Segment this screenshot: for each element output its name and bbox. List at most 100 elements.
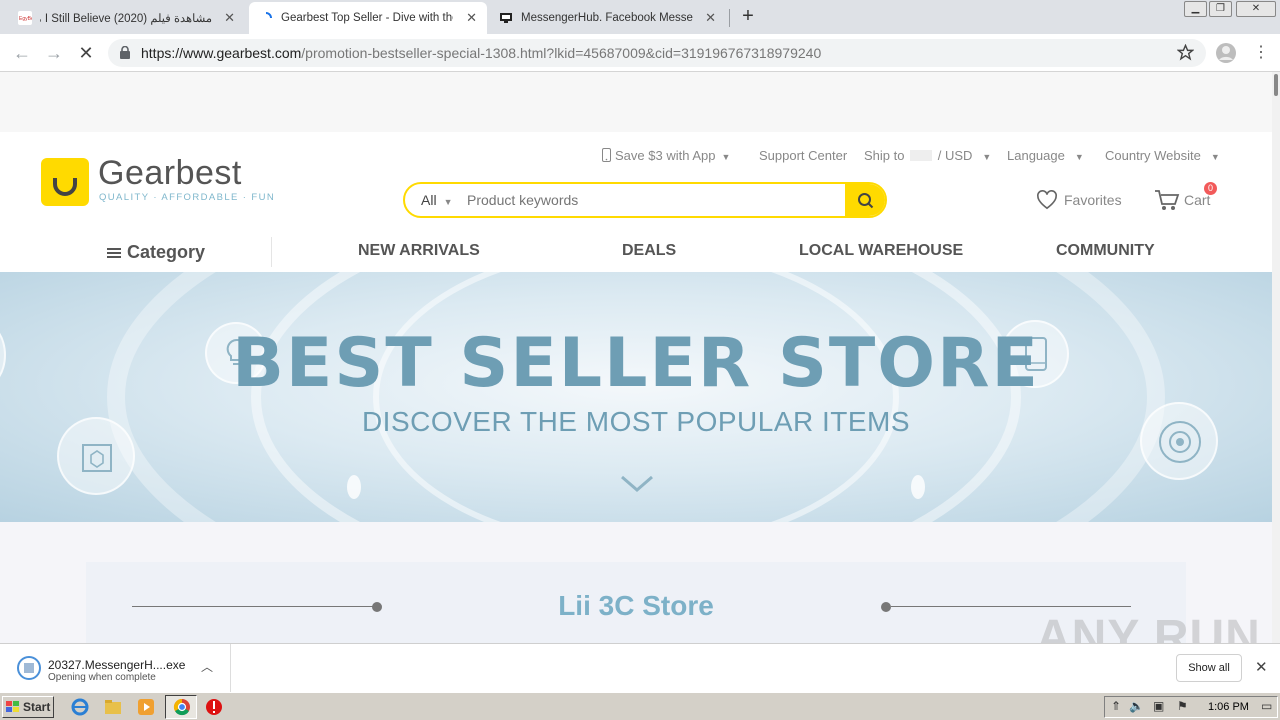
tab-messengerhub[interactable]: MessengerHub. Facebook Messenge ✕ xyxy=(489,2,726,34)
nav-community[interactable]: COMMUNITY xyxy=(1056,242,1155,260)
address-bar[interactable]: https://www.gearbest.com/promotion-bests… xyxy=(108,39,1206,67)
phone-icon xyxy=(602,148,611,162)
action-center-flag-icon[interactable]: ⚑ xyxy=(1177,699,1188,713)
store-panel: Lii 3C Store xyxy=(86,562,1186,643)
site-favicon-icon: EgyBest xyxy=(18,11,32,25)
start-button[interactable]: Start xyxy=(2,696,54,718)
search-icon xyxy=(858,193,874,209)
logo-tagline: QUALITY · AFFORDABLE · FUN xyxy=(99,192,276,203)
svg-text:EgyBest: EgyBest xyxy=(19,16,32,22)
file-explorer-icon[interactable] xyxy=(103,697,123,717)
gearbest-logo[interactable]: Gearbest QUALITY · AFFORDABLE · FUN xyxy=(41,154,301,210)
ship-to-label: Ship to xyxy=(864,148,905,163)
network-icon[interactable]: ▣ xyxy=(1153,699,1164,713)
cart-count-badge: 0 xyxy=(1204,182,1217,195)
country-website-label: Country Website xyxy=(1105,148,1201,163)
close-window-button[interactable]: ✕ xyxy=(1236,1,1276,17)
language-label: Language xyxy=(1007,148,1065,163)
logo-mark-icon xyxy=(41,158,89,206)
language-selector[interactable]: Language ▼ xyxy=(1007,148,1084,163)
lock-icon xyxy=(120,46,130,59)
search-input[interactable] xyxy=(467,188,837,212)
page-scrollbar[interactable] xyxy=(1272,72,1280,643)
chevron-down-icon: ▼ xyxy=(443,197,453,207)
download-item[interactable]: 20327.MessengerH....exe Opening when com… xyxy=(0,644,231,692)
tab-close-icon[interactable]: ✕ xyxy=(224,10,235,26)
hero-banner: BEST SELLER STORE DISCOVER THE MOST POPU… xyxy=(0,272,1272,522)
chevron-down-icon: ▼ xyxy=(1210,152,1220,162)
hero-subtitle: DISCOVER THE MOST POPULAR ITEMS xyxy=(361,406,911,437)
app-promo-link[interactable]: Save $3 with App ▼ xyxy=(602,148,730,163)
back-button[interactable]: ← xyxy=(10,41,34,65)
app-promo-label: Save $3 with App xyxy=(615,148,716,163)
ship-to-selector[interactable]: Ship to / USD ▼ xyxy=(864,148,991,163)
heart-icon xyxy=(1037,190,1057,210)
nav-deals[interactable]: DEALS xyxy=(622,242,676,260)
cart-label: Cart xyxy=(1184,192,1211,208)
stop-sign-icon[interactable] xyxy=(204,697,224,717)
country-flag-icon xyxy=(910,150,933,161)
top-banner-placeholder xyxy=(0,72,1272,132)
category-menu[interactable]: Category xyxy=(107,242,205,263)
tab-separator xyxy=(729,9,730,27)
nav-divider xyxy=(271,237,272,267)
favorites-link[interactable]: Favorites xyxy=(1036,190,1122,210)
media-player-icon[interactable] xyxy=(136,697,156,717)
start-label: Start xyxy=(23,700,51,714)
title-divider-right xyxy=(891,606,1131,607)
chevron-down-icon: ▼ xyxy=(982,152,992,162)
forward-button[interactable]: → xyxy=(42,41,66,65)
logo-wordmark: Gearbest xyxy=(98,154,242,192)
tab-title: Gearbest Top Seller - Dive with the C xyxy=(281,12,453,24)
cart-link[interactable]: Cart 0 xyxy=(1154,182,1217,212)
shopping-cart-icon xyxy=(1155,190,1180,210)
volume-icon[interactable]: 🔈 xyxy=(1129,699,1144,713)
tab-close-icon[interactable]: ✕ xyxy=(466,10,477,26)
tray-arrow-icon[interactable]: ⇑ xyxy=(1111,699,1121,713)
category-label: Category xyxy=(127,242,206,262)
chrome-icon xyxy=(173,698,190,716)
internet-explorer-icon[interactable] xyxy=(70,697,90,717)
search-bar: All ▼ xyxy=(403,182,887,218)
show-desktop-icon[interactable]: ▭ xyxy=(1261,699,1272,713)
loading-spinner-icon xyxy=(265,12,272,19)
tab-close-icon[interactable]: ✕ xyxy=(705,10,716,26)
tab-gearbest[interactable]: Gearbest Top Seller - Dive with the C ✕ xyxy=(249,2,487,34)
chrome-taskbar-button[interactable] xyxy=(165,695,197,719)
file-progress-icon xyxy=(17,656,41,680)
hamburger-menu-icon xyxy=(107,247,121,258)
scrollbar-thumb[interactable] xyxy=(1274,74,1278,96)
nav-local-warehouse[interactable]: LOCAL WAREHOUSE xyxy=(799,242,963,260)
url-host: https://www.gearbest.com xyxy=(141,45,302,61)
monitor-favicon-icon xyxy=(500,13,512,23)
close-shelf-icon[interactable]: ✕ xyxy=(1255,658,1268,676)
show-all-button[interactable]: Show all xyxy=(1176,654,1242,682)
currency-label: / USD xyxy=(937,148,973,163)
scroll-down-chevron-icon[interactable] xyxy=(620,475,654,493)
support-center-link[interactable]: Support Center xyxy=(759,148,847,163)
url-text: https://www.gearbest.com/promotion-bests… xyxy=(141,45,821,61)
chevron-up-icon[interactable]: ︿ xyxy=(201,658,213,675)
tab-title: مشاهدة فيلم I Still Believe (2020) مـ xyxy=(40,13,212,25)
stop-loading-button[interactable]: ✕ xyxy=(74,41,98,65)
search-category-select[interactable]: All ▼ xyxy=(421,192,452,208)
maximize-button[interactable]: ❐ xyxy=(1209,1,1232,17)
browser-tab-strip: EgyBest مشاهدة فيلم I Still Believe (202… xyxy=(0,0,1280,34)
page-viewport: Save $3 with App ▼ Support Center Ship to… xyxy=(0,72,1272,643)
windows-logo-icon xyxy=(6,701,19,712)
download-filename: 20327.MessengerH....exe xyxy=(48,658,186,672)
new-tab-button[interactable]: + xyxy=(737,5,759,28)
taskbar-clock[interactable]: 1:06 PM xyxy=(1208,701,1249,713)
country-website-selector[interactable]: Country Website ▼ xyxy=(1105,148,1220,163)
nav-new-arrivals[interactable]: NEW ARRIVALS xyxy=(358,242,480,260)
hero-title: BEST SELLER STORE xyxy=(232,324,1040,403)
windows-taskbar: Start ⇑ 🔈 ▣ ⚑ ▭ 1:06 PM xyxy=(0,692,1280,720)
profile-avatar-icon[interactable] xyxy=(1215,42,1237,64)
minimize-button[interactable]: ▁ xyxy=(1184,1,1207,17)
search-category-label: All xyxy=(421,192,437,208)
tab-movie[interactable]: EgyBest مشاهدة فيلم I Still Believe (202… xyxy=(8,2,245,34)
menu-kebab-icon[interactable]: ⋮ xyxy=(1253,42,1269,62)
site-header: Save $3 with App ▼ Support Center Ship to… xyxy=(0,132,1272,272)
search-button[interactable] xyxy=(845,184,885,216)
bookmark-star-icon[interactable] xyxy=(1177,44,1194,61)
